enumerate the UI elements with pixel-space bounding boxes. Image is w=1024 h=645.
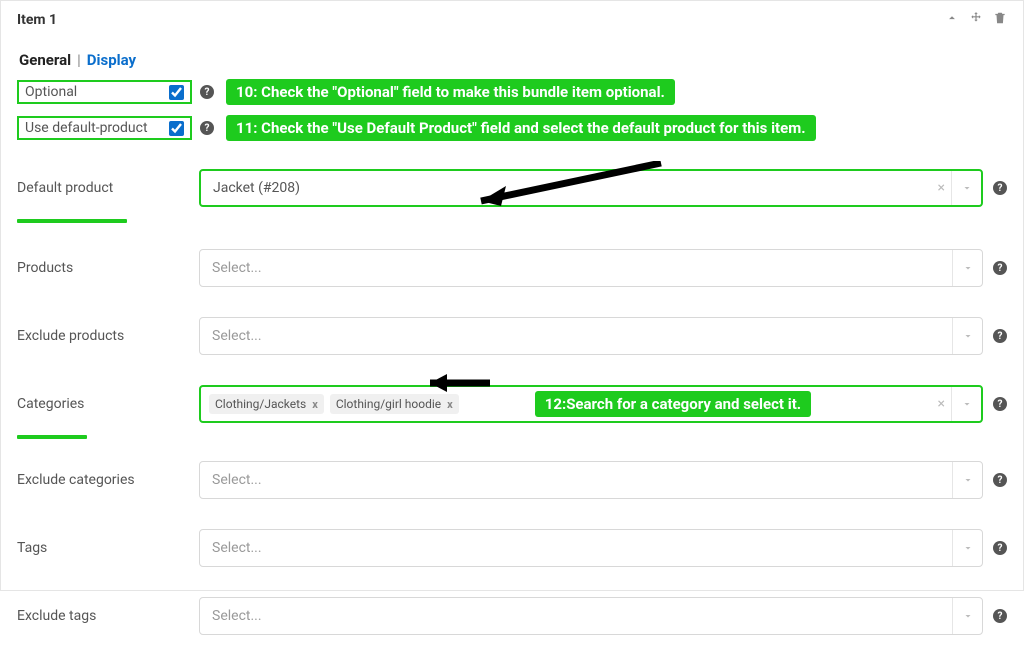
- underline-accent: [17, 435, 87, 439]
- optional-checkbox[interactable]: [169, 85, 184, 100]
- categories-select[interactable]: Clothing/Jacketsx Clothing/girl hoodiex …: [199, 385, 983, 423]
- category-chip[interactable]: Clothing/Jackets x: [209, 394, 324, 414]
- chevron-down-icon[interactable]: [952, 598, 982, 634]
- panel-actions: [945, 11, 1007, 29]
- chip-label: Clothing/girl hoodie: [336, 397, 441, 411]
- use-default-highlight: Use default-product: [17, 116, 192, 140]
- callout-11: 11: Check the "Use Default Product" fiel…: [226, 115, 816, 141]
- categories-label: Categories: [17, 396, 175, 412]
- exclude-tags-select[interactable]: Select...: [199, 597, 983, 635]
- use-default-checkbox[interactable]: [169, 121, 184, 136]
- help-icon[interactable]: ?: [993, 397, 1007, 411]
- callout-12: 12:Search for a category and select it.: [535, 391, 811, 417]
- help-icon[interactable]: ?: [200, 121, 214, 135]
- chevron-down-icon[interactable]: [952, 318, 982, 354]
- callout-10: 10: Check the "Optional" field to make t…: [226, 79, 675, 105]
- products-row: Products Select... ?: [1, 239, 1023, 297]
- chip-remove-icon[interactable]: x: [312, 398, 318, 411]
- default-product-underline-row: [1, 217, 1023, 229]
- exclude-categories-select[interactable]: Select...: [199, 461, 983, 499]
- products-label: Products: [17, 260, 175, 276]
- exclude-tags-row: Exclude tags Select... ?: [1, 587, 1023, 645]
- tab-general[interactable]: General: [19, 51, 71, 69]
- exclude-categories-select-wrap: Select...: [199, 461, 983, 499]
- tabs: General | Display: [1, 35, 1023, 79]
- help-icon[interactable]: ?: [200, 85, 214, 99]
- tab-display[interactable]: Display: [87, 51, 136, 69]
- chevron-down-icon[interactable]: [951, 387, 981, 421]
- move-icon[interactable]: [969, 11, 983, 29]
- help-icon[interactable]: ?: [993, 541, 1007, 555]
- exclude-categories-label: Exclude categories: [17, 472, 175, 488]
- optional-row: Optional ? 10: Check the "Optional" fiel…: [1, 79, 1023, 109]
- default-product-select[interactable]: Jacket (#208) ×: [199, 169, 983, 207]
- exclude-categories-placeholder: Select...: [212, 472, 262, 488]
- chip-label: Clothing/Jackets: [215, 397, 306, 411]
- products-placeholder: Select...: [212, 260, 262, 276]
- tags-row: Tags Select... ?: [1, 519, 1023, 577]
- products-select[interactable]: Select...: [199, 249, 983, 287]
- use-default-label: Use default-product: [25, 120, 165, 136]
- chevron-down-icon[interactable]: [952, 250, 982, 286]
- exclude-tags-label: Exclude tags: [17, 608, 175, 624]
- exclude-products-select[interactable]: Select...: [199, 317, 983, 355]
- categories-select-wrap: Clothing/Jacketsx Clothing/girl hoodiex …: [199, 385, 983, 423]
- tags-select[interactable]: Select...: [199, 529, 983, 567]
- tags-label: Tags: [17, 540, 175, 556]
- categories-row: Categories Clothing/Jackets x Clothing/gi…: [1, 375, 1023, 433]
- clear-icon[interactable]: ×: [938, 180, 945, 196]
- tags-select-wrap: Select...: [199, 529, 983, 567]
- category-chip[interactable]: Clothing/girl hoodie x: [330, 394, 459, 414]
- help-icon[interactable]: ?: [993, 329, 1007, 343]
- default-product-select-wrap: Jacket (#208) ×: [199, 169, 983, 207]
- optional-highlight: Optional: [17, 80, 192, 104]
- optional-label: Optional: [25, 84, 165, 100]
- tags-placeholder: Select...: [212, 540, 262, 556]
- delete-icon[interactable]: [993, 11, 1007, 29]
- help-icon[interactable]: ?: [993, 609, 1007, 623]
- exclude-products-label: Exclude products: [17, 328, 175, 344]
- exclude-categories-row: Exclude categories Select... ?: [1, 451, 1023, 509]
- tab-separator: |: [77, 51, 81, 69]
- chevron-down-icon[interactable]: [952, 530, 982, 566]
- default-product-value: Jacket (#208): [213, 180, 300, 196]
- chevron-down-icon[interactable]: [952, 462, 982, 498]
- default-product-row: Default product Jacket (#208) × ?: [1, 159, 1023, 217]
- default-product-label: Default product: [17, 180, 175, 196]
- panel-title: Item 1: [17, 12, 57, 28]
- exclude-products-placeholder: Select...: [212, 328, 262, 344]
- item-panel: Item 1 General | Display Optional ? 10: …: [0, 0, 1024, 591]
- chip-remove-icon[interactable]: x: [447, 398, 453, 411]
- help-icon[interactable]: ?: [993, 181, 1007, 195]
- products-select-wrap: Select...: [199, 249, 983, 287]
- underline-accent: [17, 219, 127, 223]
- panel-header: Item 1: [1, 1, 1023, 35]
- collapse-icon[interactable]: [945, 11, 959, 29]
- help-icon[interactable]: ?: [993, 261, 1007, 275]
- use-default-row: Use default-product ? 11: Check the "Use…: [1, 115, 1023, 145]
- chevron-down-icon[interactable]: [951, 171, 981, 205]
- help-icon[interactable]: ?: [993, 473, 1007, 487]
- categories-underline-row: [1, 433, 1023, 445]
- exclude-tags-placeholder: Select...: [212, 608, 262, 624]
- clear-icon[interactable]: ×: [938, 396, 945, 412]
- exclude-tags-select-wrap: Select...: [199, 597, 983, 635]
- exclude-products-select-wrap: Select...: [199, 317, 983, 355]
- exclude-products-row: Exclude products Select... ?: [1, 307, 1023, 365]
